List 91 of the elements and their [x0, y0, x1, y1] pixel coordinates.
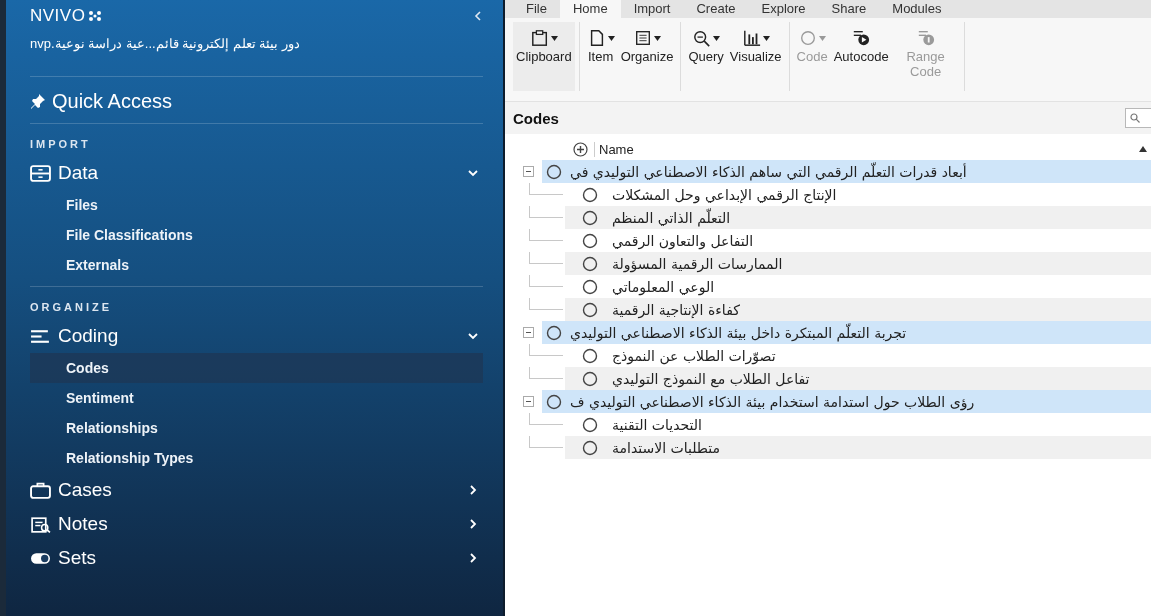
nav-group[interactable]: Notes — [30, 507, 483, 541]
menu-tab[interactable]: Create — [683, 0, 749, 18]
code-circle-icon — [546, 324, 562, 341]
code-circle-icon — [582, 186, 598, 203]
tree-line — [529, 229, 563, 241]
code-circle-icon — [582, 209, 598, 226]
collapse-icon[interactable] — [523, 396, 534, 407]
project-name: دور بيئة تعلم إلكترونية قائم...عية دراسة نوعية.nvp — [30, 36, 302, 54]
nav-item[interactable]: Files — [30, 190, 483, 220]
lines-icon — [30, 327, 51, 345]
search-field[interactable] — [1125, 108, 1151, 128]
menu-tab[interactable]: Modules — [879, 0, 955, 18]
panel-title: Codes — [513, 109, 559, 127]
ribbon-button[interactable]: Autocode — [830, 22, 892, 91]
ribbon-button[interactable]: Clipboard — [513, 22, 575, 91]
ribbon-button[interactable]: Visualize — [726, 22, 785, 91]
tree-line — [529, 206, 563, 218]
nav-item[interactable]: Relationship Types — [30, 443, 483, 473]
code-row[interactable]: كفاءة الإنتاجية الرقمية — [565, 298, 1151, 321]
nav-group[interactable]: Sets — [30, 541, 483, 575]
tree-line — [529, 298, 563, 310]
code-circle-icon — [582, 301, 598, 318]
logo-text: NVIVO — [30, 6, 86, 26]
nav-group[interactable]: Data — [30, 156, 483, 190]
nav-item[interactable]: Externals — [30, 250, 483, 280]
bar-chart-icon — [741, 29, 762, 47]
data-icon — [30, 164, 51, 182]
nav-group[interactable]: Cases — [30, 473, 483, 507]
collapse-icon[interactable] — [523, 166, 534, 177]
search-icon — [692, 29, 713, 47]
chevron-down-icon[interactable] — [467, 167, 479, 179]
code-row[interactable]: رؤى الطلاب حول استدامة استخدام بيئة الذكاء الاصطناعي التوليدي ف — [542, 390, 1151, 413]
section-heading: ORGANIZE — [30, 301, 114, 313]
nav-group[interactable]: Coding — [30, 319, 483, 353]
column-header[interactable]: Name — [594, 141, 1133, 157]
code-circle-icon — [582, 278, 598, 295]
code-row[interactable]: متطلبات الاستدامة — [565, 436, 1151, 459]
tree-line — [529, 344, 563, 356]
autocode-icon — [851, 29, 872, 47]
collapse-icon[interactable] — [473, 11, 483, 21]
tree-line — [529, 252, 563, 264]
nav-item[interactable]: Sentiment — [30, 383, 483, 413]
chevron-right-icon[interactable] — [467, 484, 479, 496]
chevron-right-icon[interactable] — [467, 518, 479, 530]
code-circle-icon — [546, 393, 562, 410]
search-icon — [1130, 113, 1140, 123]
ribbon-button[interactable]: Organize — [617, 22, 677, 91]
clipboard-icon — [529, 29, 550, 47]
code-row[interactable]: أبعاد قدرات التعلّم الرقمي التي ساهم الذكاء الاصطناعي التوليدي في — [542, 160, 1151, 183]
code-row[interactable]: التفاعل والتعاون الرقمي — [565, 229, 1151, 252]
menu-tab[interactable]: Import — [620, 0, 684, 18]
nav-item[interactable]: Relationships — [30, 413, 483, 443]
menu-tab[interactable]: Share — [818, 0, 880, 18]
code-circle-icon — [582, 370, 598, 387]
collapse-icon[interactable] — [523, 327, 534, 338]
code-row[interactable]: الممارسات الرقمية المسؤولة — [565, 252, 1151, 275]
tree-line — [529, 275, 563, 287]
pin-icon — [30, 93, 46, 109]
code-row[interactable]: التعلّم الذاتي المنظم — [565, 206, 1151, 229]
add-icon[interactable] — [573, 141, 588, 157]
dots-icon — [88, 10, 103, 22]
code-circle-icon — [582, 439, 598, 456]
menu-tab[interactable]: File — [513, 0, 560, 18]
code-circle-icon — [582, 255, 598, 272]
code-row[interactable]: تفاعل الطلاب مع النموذج التوليدي — [565, 367, 1151, 390]
menu-tab[interactable]: Home — [559, 0, 621, 18]
code-row[interactable]: الوعي المعلوماتي — [565, 275, 1151, 298]
code-row[interactable]: تجربة التعلّم المبتكرة داخل بيئة الذكاء الاصطناعي التوليدي — [542, 321, 1151, 344]
tree-line — [529, 436, 563, 448]
briefcase-icon — [30, 481, 51, 499]
tree-line — [529, 183, 563, 195]
code-circle-icon — [546, 163, 562, 180]
nav-item[interactable]: Codes — [30, 353, 483, 383]
code-circle-icon — [582, 416, 598, 433]
code-row[interactable]: الإنتاج الرقمي الإبداعي وحل المشكلات — [565, 183, 1151, 206]
chevron-right-icon[interactable] — [467, 552, 479, 564]
ribbon-button[interactable]: Query — [685, 22, 727, 91]
code-row[interactable]: التحديات التقنية — [565, 413, 1151, 436]
tree-line — [529, 367, 563, 379]
notes-icon — [30, 515, 51, 533]
code-circle-icon — [582, 347, 598, 364]
section-heading: IMPORT — [30, 138, 92, 150]
ribbon-button[interactable]: Item — [583, 22, 618, 91]
quick-access[interactable]: Quick Access — [30, 79, 483, 123]
code-circle-icon — [582, 232, 598, 249]
nav-item[interactable]: File Classifications — [30, 220, 483, 250]
chevron-down-icon[interactable] — [467, 330, 479, 342]
code-row[interactable]: تصوّرات الطلاب عن النموذج — [565, 344, 1151, 367]
menu-tab[interactable]: Explore — [748, 0, 819, 18]
sort-icon[interactable] — [1139, 146, 1147, 152]
tree-line — [529, 413, 563, 425]
